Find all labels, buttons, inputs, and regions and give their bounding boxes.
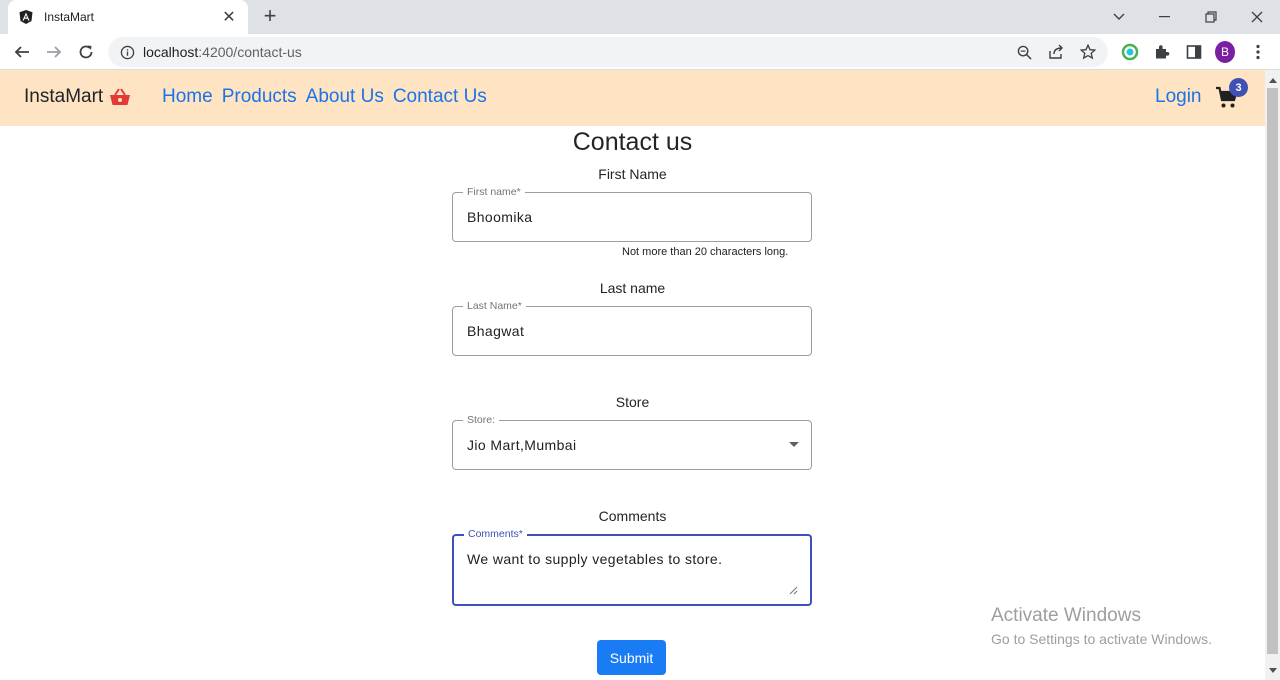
last-name-field[interactable]: Last Name* Bhagwat [452,300,812,356]
scroll-up-icon[interactable] [1265,72,1280,88]
app-navbar: InstaMart Home Products About Us Contact… [0,70,1265,126]
back-icon[interactable] [9,39,35,65]
nav-about-us[interactable]: About Us [306,86,384,108]
browser-tab[interactable]: InstaMart ✕ [8,0,248,34]
store-legend: Store: [463,414,500,426]
scrollbar-thumb[interactable] [1267,88,1278,654]
brand-name: InstaMart [24,86,104,107]
extension-colorful-icon[interactable] [1120,42,1140,62]
nav-links: Home Products About Us Contact Us [162,86,496,108]
resize-handle-icon[interactable] [788,582,798,595]
close-tab-icon[interactable]: ✕ [220,7,238,27]
minimize-icon[interactable] [1142,4,1188,30]
side-panel-icon[interactable] [1184,42,1204,62]
store-label: Store [615,394,650,410]
scroll-down-icon[interactable] [1265,662,1280,678]
store-value: Jio Mart,Mumbai [467,437,577,453]
url-text: localhost:4200/contact-us [143,44,302,60]
browser-tab-bar: InstaMart ✕ + [0,0,1280,34]
nav-contact-us[interactable]: Contact Us [393,86,487,108]
nav-products[interactable]: Products [222,86,297,108]
dropdown-arrow-icon[interactable] [789,442,799,447]
comments-legend: Comments* [464,528,527,540]
comments-label: Comments [598,508,667,524]
tab-search-icon[interactable] [1096,4,1142,30]
brand[interactable]: InstaMart [24,86,131,108]
comments-value: We want to supply vegetables to store. [467,551,723,567]
store-select[interactable]: Store: Jio Mart,Mumbai [452,414,812,470]
browser-menu-icon[interactable] [1248,42,1268,62]
last-name-legend: Last Name* [463,300,526,312]
reload-icon[interactable] [73,39,99,65]
activate-windows-watermark: Activate Windows Go to Settings to activ… [991,605,1212,647]
comments-textarea[interactable]: Comments* We want to supply vegetables t… [452,528,812,606]
first-name-hint: Not more than 20 characters long. [622,246,789,258]
address-bar[interactable]: localhost:4200/contact-us [108,37,1108,67]
browser-toolbar: localhost:4200/contact-us B [0,34,1280,70]
nav-home[interactable]: Home [162,86,213,108]
first-name-label: First Name [598,166,667,182]
tab-title: InstaMart [44,10,95,24]
cart-count-badge: 3 [1229,78,1248,97]
new-tab-icon[interactable]: + [258,5,282,29]
page-title: Contact us [572,128,693,156]
first-name-legend: First name* [463,186,525,198]
watermark-subtitle: Go to Settings to activate Windows. [991,631,1212,647]
extensions-puzzle-icon[interactable] [1152,42,1172,62]
first-name-value: Bhoomika [467,209,533,225]
zoom-icon[interactable] [1016,44,1032,60]
last-name-value: Bhagwat [467,323,525,339]
restore-icon[interactable] [1188,4,1234,30]
watermark-title: Activate Windows [991,605,1141,626]
site-info-icon[interactable] [120,45,135,60]
share-icon[interactable] [1048,44,1064,60]
shopping-basket-icon [109,87,131,107]
close-window-icon[interactable] [1234,4,1280,30]
bookmark-star-icon[interactable] [1080,44,1096,60]
last-name-label: Last name [599,280,666,296]
first-name-field[interactable]: First name* Bhoomika [452,186,812,242]
login-link[interactable]: Login [1155,86,1202,108]
profile-avatar[interactable]: B [1215,41,1235,63]
submit-button[interactable]: Submit [597,640,666,675]
forward-icon[interactable] [41,39,67,65]
angular-icon [18,9,34,25]
